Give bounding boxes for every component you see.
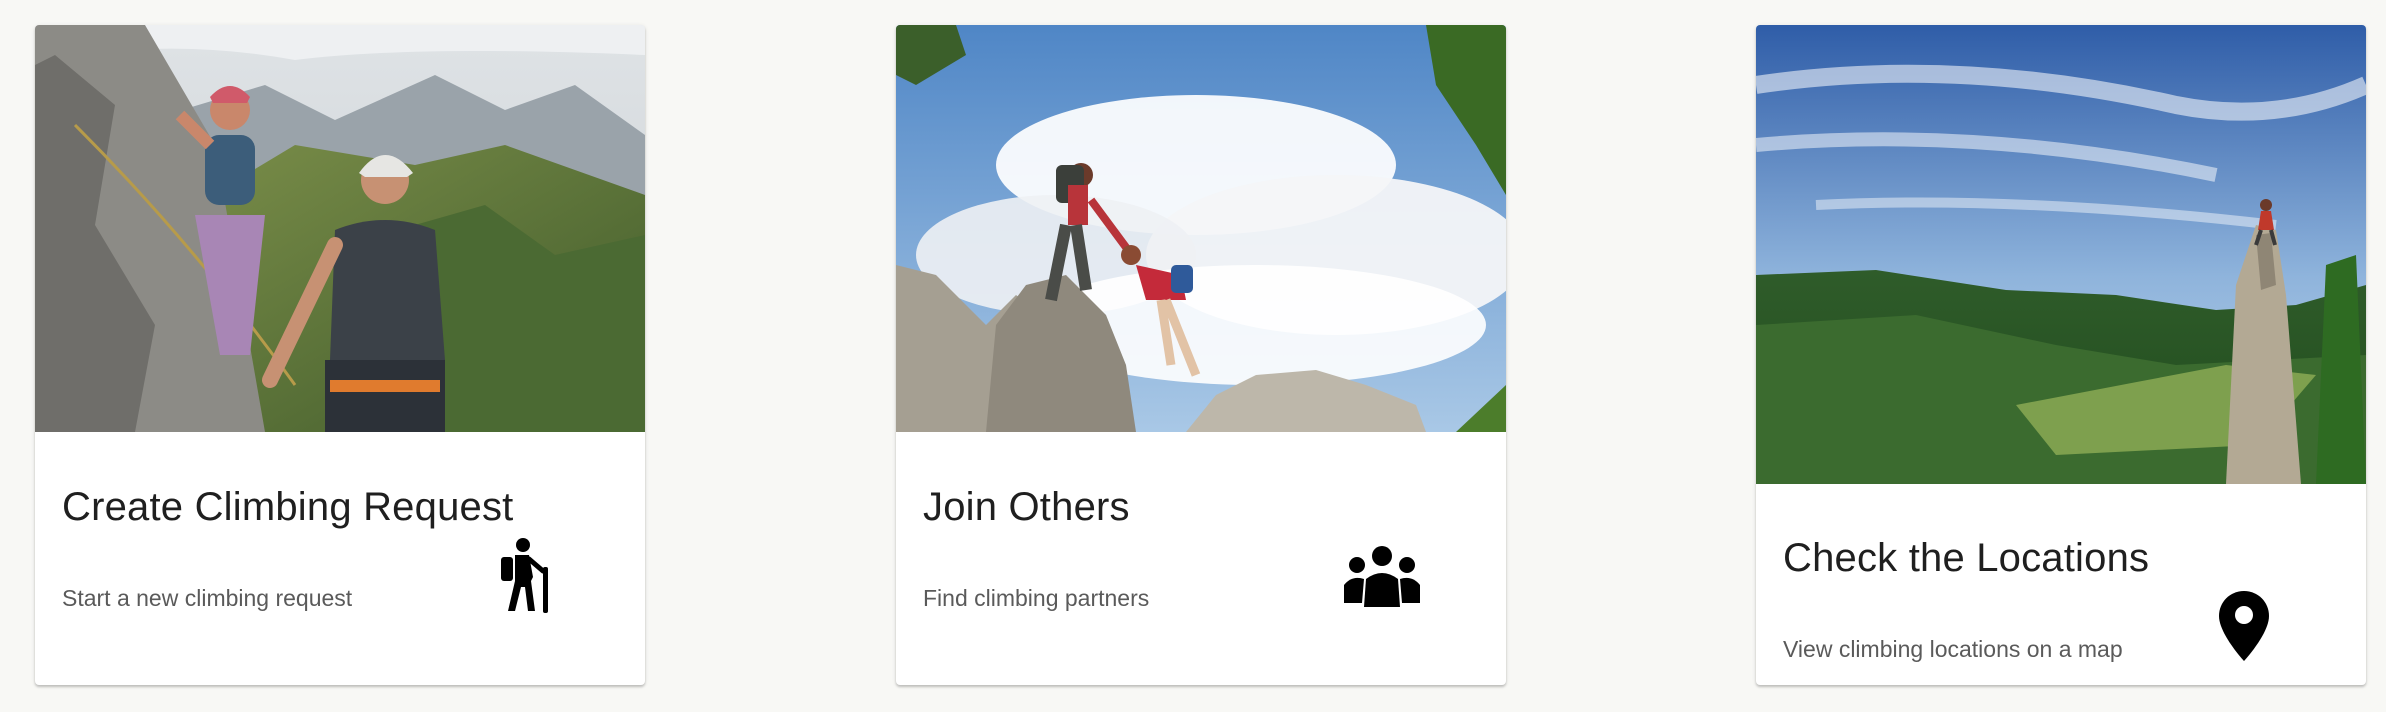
card-subtitle: Start a new climbing request bbox=[62, 585, 353, 611]
climber-on-rock-pillar-image bbox=[1756, 25, 2366, 484]
create-climbing-request-card[interactable]: Create Climbing Request Start a new clim… bbox=[35, 25, 645, 685]
card-subtitle: Find climbing partners bbox=[923, 585, 1150, 611]
climbers-on-rock-wall-image bbox=[35, 25, 645, 432]
join-others-card[interactable]: Join Others Find climbing partners bbox=[896, 25, 1506, 685]
card-subtitle: View climbing locations on a map bbox=[1783, 636, 2123, 662]
card-title: Check the Locations bbox=[1783, 536, 2150, 580]
card-title: Join Others bbox=[923, 485, 1130, 529]
climber-helping-partner-image bbox=[896, 25, 1506, 432]
map-pin-icon[interactable] bbox=[2219, 591, 2269, 661]
hiker-icon[interactable] bbox=[497, 537, 557, 613]
check-locations-card[interactable]: Check the Locations View climbing locati… bbox=[1756, 25, 2366, 685]
card-title: Create Climbing Request bbox=[62, 485, 514, 529]
group-icon[interactable] bbox=[1344, 545, 1420, 607]
